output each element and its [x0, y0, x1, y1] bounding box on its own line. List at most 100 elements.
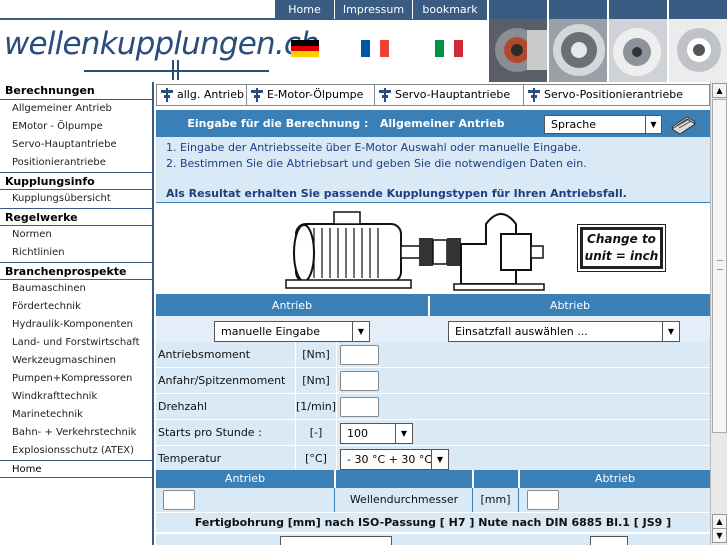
grip-icon [717, 260, 723, 270]
coupling-photo-4 [667, 0, 727, 82]
italian-flag-icon[interactable] [435, 40, 463, 57]
abtrieb-heading: Abtrieb [549, 299, 591, 312]
sidebar-item-marinetechnik[interactable]: Marinetechnik [0, 406, 152, 424]
param-row-drehzahl: Drehzahl [1/min] [156, 394, 710, 420]
change-unit-button[interactable]: Change to unit = inch [577, 224, 666, 272]
coupling-tab-icon [250, 87, 264, 103]
scrollbar-thumb[interactable] [712, 99, 727, 433]
param-unit: [Nm] [302, 348, 330, 361]
shaft-unit: [mm] [480, 493, 511, 506]
antrieb-bore-select[interactable] [280, 536, 392, 545]
sidebar-item-kupplungs-bersicht[interactable]: Kupplungsübersicht [0, 190, 152, 208]
anfahrmoment-input[interactable] [340, 371, 379, 391]
param-unit: [Nm] [302, 374, 330, 387]
drive-diagram: Change to unit = inch [156, 204, 710, 296]
coupling-tab-icon [527, 87, 541, 103]
param-label: Temperatur [158, 452, 222, 465]
sidebar-item-land-und-forstwirtschaft[interactable]: Land- und Forstwirtschaft [0, 334, 152, 352]
nav-link-impressum[interactable]: Impressum [335, 0, 413, 19]
sidebar-item-servo-hauptantriebe[interactable]: Servo-Hauptantriebe [0, 136, 152, 154]
sidebar-item-positionierantriebe[interactable]: Positionierantriebe [0, 154, 152, 172]
tab-label: Servo-Hauptantriebe [395, 88, 511, 101]
sidebar-item-richtlinien[interactable]: Richtlinien [0, 244, 152, 262]
notepad-icon[interactable] [669, 113, 697, 135]
temperature-select[interactable]: - 30 °C + 30 °C ▼ [340, 449, 449, 470]
param-unit: [°C] [305, 452, 327, 465]
drive-output-header: Antrieb Abtrieb [156, 296, 710, 316]
column-divider [472, 470, 474, 488]
chevron-down-icon: ▼ [431, 450, 448, 469]
param-label: Anfahr/Spitzenmoment [158, 374, 286, 387]
shaft-header: Antrieb Abtrieb [156, 470, 710, 488]
sidebar-item-bahn-verkehrstechnik[interactable]: Bahn- + Verkehrstechnik [0, 424, 152, 442]
coupling-tab-icon [378, 87, 392, 103]
antriebsmoment-input[interactable] [340, 345, 379, 365]
param-row-starts: Starts pro Stunde : [-] 100 ▼ [156, 420, 710, 446]
param-unit: [1/min] [296, 400, 337, 413]
chevron-down-icon: ▼ [352, 322, 369, 341]
coupling-photo-2 [547, 0, 607, 82]
antrieb-heading: Antrieb [224, 472, 266, 485]
sidebar-item-normen[interactable]: Normen [0, 226, 152, 244]
site-header: Home Impressum bookmark wellenkupplungen… [0, 0, 727, 82]
nav-link-home[interactable]: Home [275, 0, 335, 19]
coupling-tab-icon [160, 87, 174, 103]
starts-select[interactable]: 100 ▼ [340, 423, 413, 444]
sidebar-item-emotor-lpumpe[interactable]: EMotor - Ölpumpe [0, 118, 152, 136]
sidebar-item-baumaschinen[interactable]: Baumaschinen [0, 280, 152, 298]
sidebar-item-home[interactable]: Home [0, 460, 152, 478]
abtrieb-shaft-input[interactable] [527, 490, 559, 510]
instruction-line: 2. Bestimmen Sie die Abtriebsart und geb… [166, 157, 587, 170]
drehzahl-input[interactable] [340, 397, 379, 417]
sidebar-item-windkrafttechnik[interactable]: Windkrafttechnik [0, 388, 152, 406]
tab-emotor-oelpumpe[interactable]: E-Motor-Ölpumpe [247, 85, 375, 105]
antrieb-select[interactable]: manuelle Eingabe ▼ [214, 321, 370, 342]
chevron-down-icon: ▼ [395, 424, 412, 443]
antrieb-heading: Antrieb [271, 299, 313, 312]
nav-link-bookmark[interactable]: bookmark [413, 0, 487, 19]
coupling-photo-3 [607, 0, 667, 82]
sidebar-section-berechnungen: Berechnungen [0, 82, 152, 100]
abtrieb-heading: Abtrieb [594, 472, 636, 485]
scroll-up-icon[interactable]: ▲ [712, 514, 727, 529]
top-navigation: Home Impressum bookmark [275, 0, 487, 19]
sidebar-item-explosionsschutz-atex[interactable]: Explosionsschutz (ATEX) [0, 442, 152, 460]
sidebar-item-f-rdertechnik[interactable]: Fördertechnik [0, 298, 152, 316]
tab-allg-antrieb[interactable]: allg. Antrieb [157, 85, 247, 105]
param-row-anfahrmoment: Anfahr/Spitzenmoment [Nm] [156, 368, 710, 394]
column-divider [334, 470, 336, 488]
site-logo[interactable]: wellenkupplungen.ch [4, 26, 320, 62]
chevron-down-icon: ▼ [645, 116, 661, 133]
abtrieb-select[interactable]: Einsatzfall auswählen ... ▼ [448, 321, 680, 342]
tab-label: E-Motor-Ölpumpe [267, 88, 364, 101]
sidebar-item-werkzeugmaschinen[interactable]: Werkzeugmaschinen [0, 352, 152, 370]
result-hint: Als Resultat erhalten Sie passende Kuppl… [166, 187, 627, 200]
param-label: Starts pro Stunde : [158, 426, 262, 439]
tab-servo-hauptantriebe[interactable]: Servo-Hauptantriebe [375, 85, 524, 105]
sidebar-item-hydraulik-komponenten[interactable]: Hydraulik-Komponenten [0, 316, 152, 334]
sidebar-item-allgemeiner-antrieb[interactable]: Allgemeiner Antrieb [0, 100, 152, 118]
shaft-diameter-row: Wellendurchmesser [mm] [156, 488, 710, 512]
french-flag-icon[interactable] [361, 40, 389, 57]
scroll-up-icon[interactable]: ▲ [712, 83, 727, 98]
calculation-tabs: allg. Antrieb E-Motor-Ölpumpe Servo-Haup… [156, 84, 710, 106]
tab-servo-positionierantriebe[interactable]: Servo-Positionierantriebe [524, 85, 709, 105]
german-flag-icon[interactable] [291, 40, 319, 58]
bore-select-row [156, 533, 710, 545]
sidebar-section-regelwerke: Regelwerke [0, 208, 152, 226]
scroll-down-icon[interactable]: ▼ [712, 528, 727, 543]
calculation-title-bar: Eingabe für die Berechnung : Allgemeiner… [156, 110, 710, 137]
param-unit: [-] [309, 426, 323, 439]
vertical-scrollbar[interactable]: ▲ ▲ ▼ [710, 82, 727, 545]
coupling-logo-icon [170, 60, 182, 80]
shaft-label: Wellendurchmesser [349, 493, 459, 506]
language-select[interactable]: Sprache ▼ [544, 115, 662, 134]
param-row-antriebsmoment: Antriebsmoment [Nm] [156, 342, 710, 368]
param-label: Drehzahl [158, 400, 208, 413]
header-photo-strip [487, 0, 727, 82]
abtrieb-bore-select[interactable] [590, 536, 628, 545]
antrieb-shaft-input[interactable] [163, 490, 195, 510]
tab-label: allg. Antrieb [177, 88, 244, 101]
column-divider [518, 470, 520, 488]
sidebar-item-pumpen-kompressoren[interactable]: Pumpen+Kompressoren [0, 370, 152, 388]
